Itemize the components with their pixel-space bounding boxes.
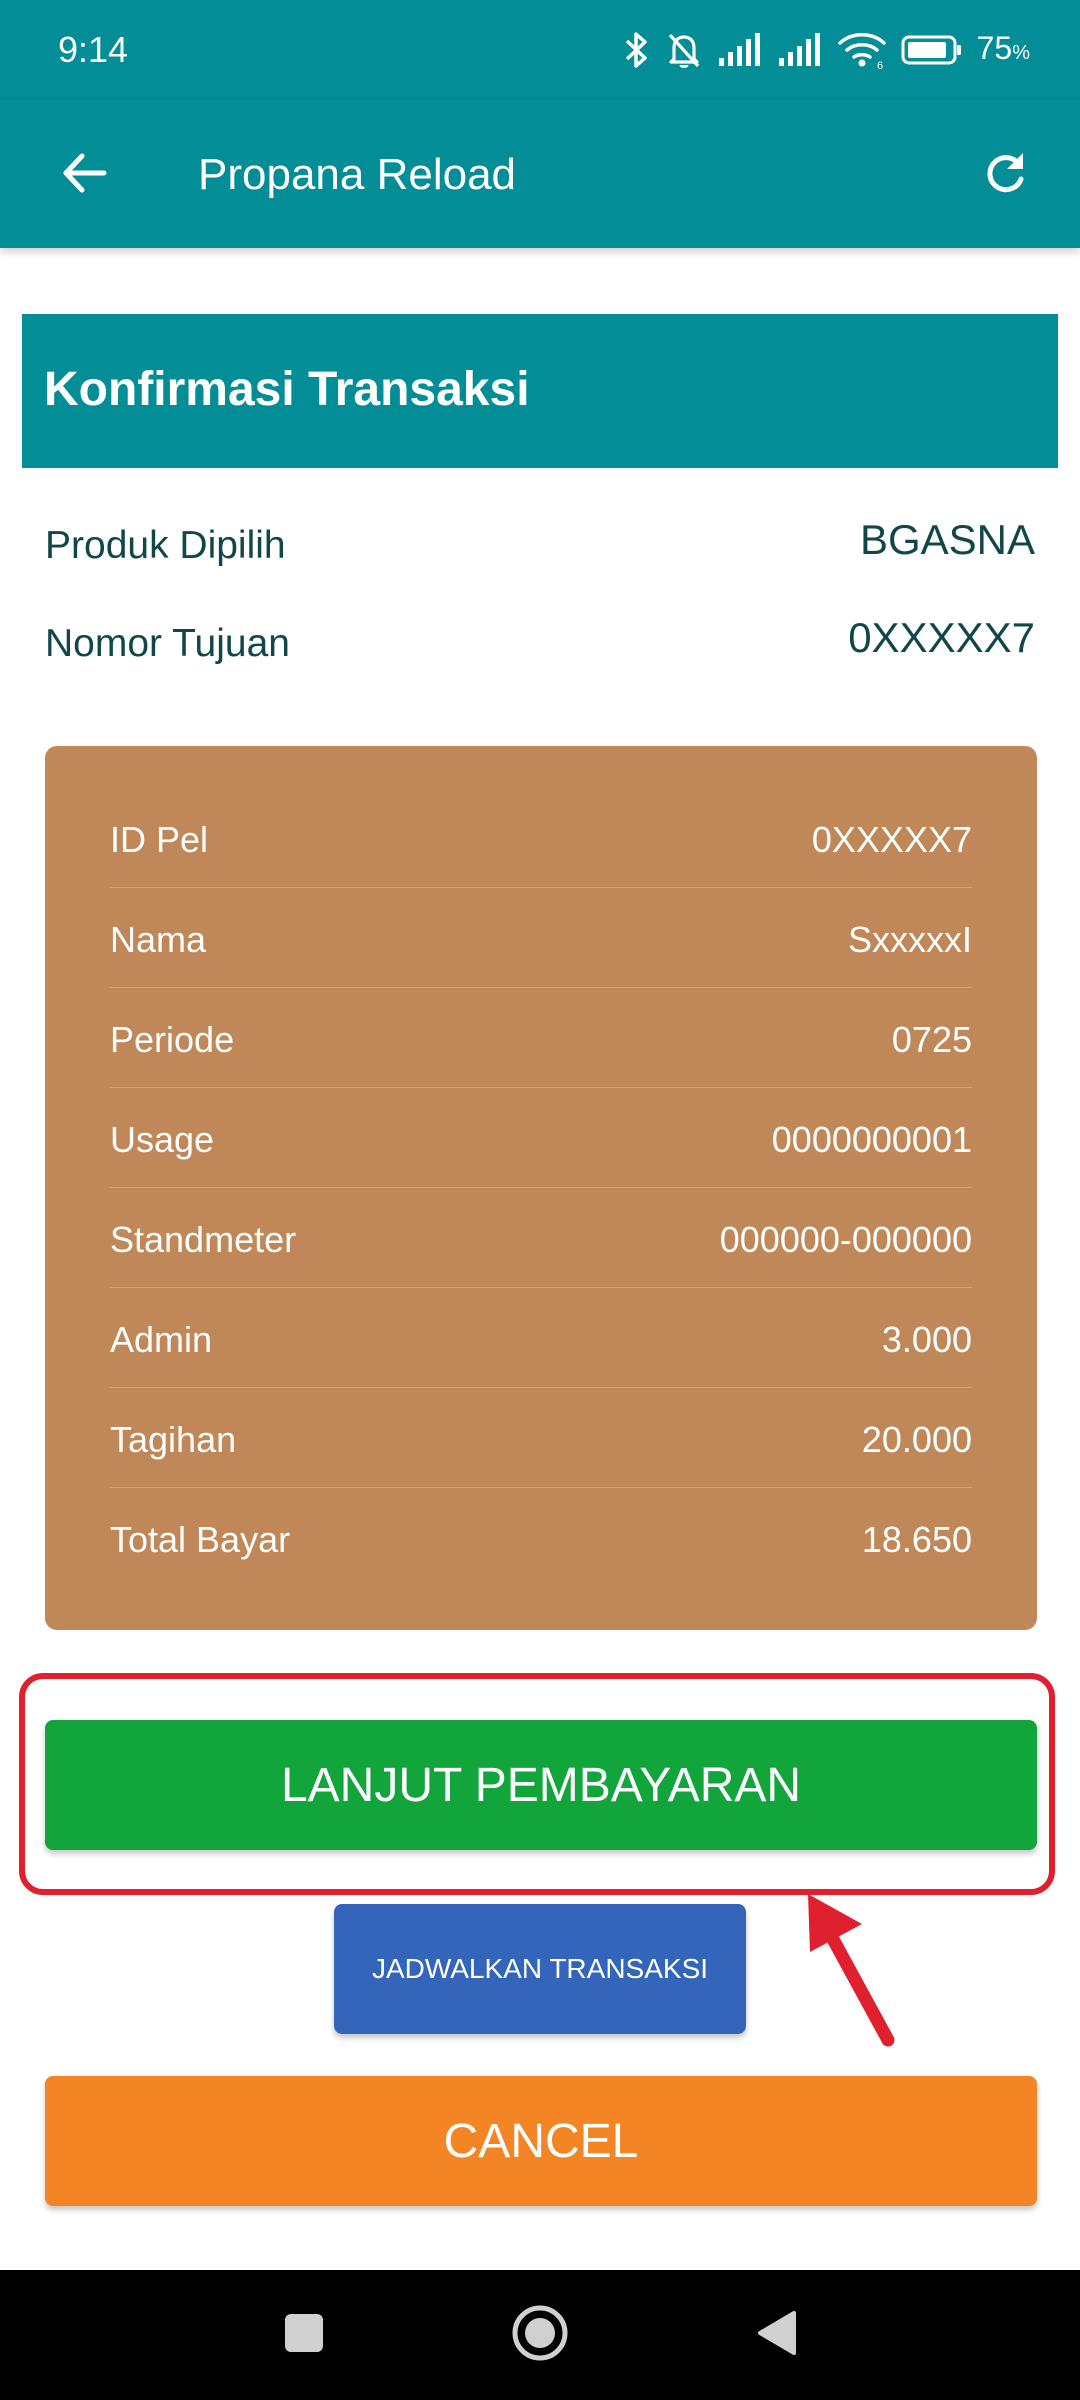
detail-row-periode: Periode 0725 [110, 988, 972, 1088]
circle-icon [510, 2303, 570, 2368]
status-bar: 9:14 6 75% [0, 0, 1080, 100]
detail-row-tagihan: Tagihan 20.000 [110, 1388, 972, 1488]
refresh-icon [981, 149, 1029, 202]
screen: 9:14 6 75% Propana Reload Konfirmasi Tra… [0, 0, 1080, 2400]
status-time: 9:14 [58, 29, 129, 70]
detail-value: 0000000001 [771, 1119, 972, 1160]
triangle-back-icon [754, 2309, 798, 2362]
detail-value: 20.000 [861, 1419, 972, 1460]
svg-text:6: 6 [877, 60, 883, 70]
bill-detail-card: ID Pel 0XXXXX7 Nama SxxxxxI Periode 0725… [45, 746, 1037, 1630]
battery-percent-suffix: % [1012, 41, 1030, 64]
detail-row-nama: Nama SxxxxxI [110, 888, 972, 988]
arrow-left-icon [60, 148, 110, 203]
confirmation-title: Konfirmasi Transaksi [44, 363, 530, 416]
square-icon [284, 2313, 324, 2358]
refresh-button[interactable] [960, 130, 1050, 220]
detail-value: 0725 [891, 1019, 972, 1060]
battery-percentage: 75% [977, 26, 1030, 75]
app-title: Propana Reload [198, 150, 517, 199]
cancel-button[interactable]: CANCEL [45, 2076, 1037, 2206]
detail-label: Periode [110, 1019, 235, 1060]
detail-row-usage: Usage 0000000001 [110, 1088, 972, 1188]
detail-row-standmeter: Standmeter 000000-000000 [110, 1188, 972, 1288]
wifi-icon: 6 [837, 30, 887, 70]
back-button[interactable] [40, 130, 130, 220]
summary-value: BGASNA [859, 516, 1035, 563]
navigation-bar [0, 2270, 1080, 2400]
battery-icon [901, 33, 963, 67]
detail-value: 000000-000000 [719, 1219, 972, 1260]
back-nav-button[interactable] [736, 2295, 816, 2375]
detail-label: Usage [110, 1119, 215, 1160]
confirmation-header: Konfirmasi Transaksi [22, 314, 1058, 468]
detail-row-total-bayar: Total Bayar 18.650 [110, 1488, 972, 1588]
schedule-transaction-button[interactable]: JADWALKAN TRANSAKSI [334, 1904, 746, 2034]
summary-row-destination: Nomor Tujuan 0XXXXX7 [45, 614, 1035, 674]
detail-row-admin: Admin 3.000 [110, 1288, 972, 1388]
detail-value: 3.000 [881, 1319, 972, 1360]
detail-value: SxxxxxI [847, 919, 972, 960]
detail-value: 18.650 [861, 1519, 972, 1560]
signal-icon [777, 32, 823, 68]
detail-value: 0XXXXX7 [811, 819, 972, 860]
detail-label: Nama [110, 919, 207, 960]
summary-label: Produk Dipilih [45, 524, 286, 567]
detail-label: ID Pel [110, 819, 209, 860]
bell-muted-icon [665, 30, 703, 70]
detail-label: Admin [110, 1319, 213, 1360]
battery-percent-value: 75 [976, 29, 1013, 66]
detail-label: Tagihan [110, 1419, 237, 1460]
continue-payment-button[interactable]: LANJUT PEMBAYARAN [45, 1720, 1037, 1850]
app-bar: Propana Reload [0, 100, 1080, 248]
summary-row-product: Produk Dipilih BGASNA [45, 516, 1035, 576]
recents-button[interactable] [264, 2295, 344, 2375]
annotation-arrow-icon [808, 1894, 895, 2047]
status-icons: 6 75% [621, 26, 1030, 74]
summary-value: 0XXXXX7 [848, 614, 1035, 661]
detail-row-id-pel: ID Pel 0XXXXX7 [110, 788, 972, 888]
summary-label: Nomor Tujuan [45, 622, 290, 665]
detail-label: Standmeter [110, 1219, 297, 1260]
signal-icon [717, 32, 763, 68]
bluetooth-icon [621, 30, 651, 70]
home-button[interactable] [500, 2295, 580, 2375]
detail-label: Total Bayar [110, 1519, 291, 1560]
